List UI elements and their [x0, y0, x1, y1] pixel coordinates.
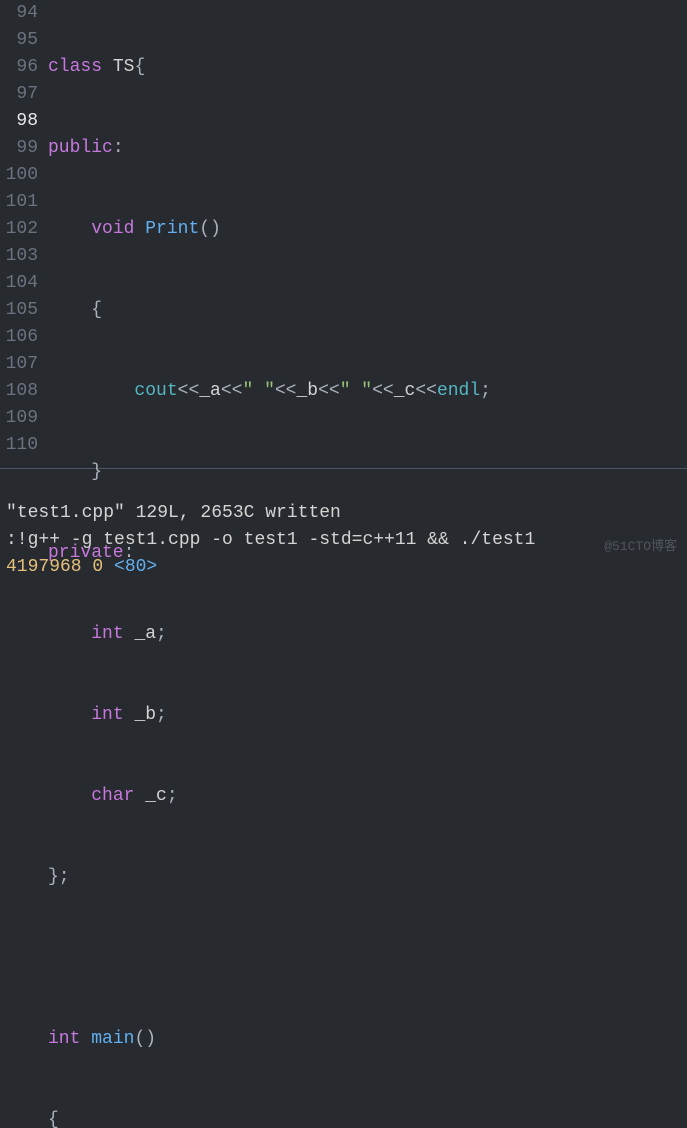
code-line — [48, 945, 687, 972]
line-number: 102 — [0, 216, 38, 243]
code-line: cout<<_a<<" "<<_b<<" "<<_c<<endl; — [48, 378, 687, 405]
code-line: public: — [48, 135, 687, 162]
command-line: :!g++ -g test1.cpp -o test1 -std=c++11 &… — [6, 530, 535, 550]
output-special: <80> — [103, 557, 157, 577]
status-line: "test1.cpp" 129L, 2653C written — [6, 503, 341, 523]
watermark: @51CTO博客 — [604, 537, 677, 557]
code-line: int _a; — [48, 621, 687, 648]
line-number: 99 — [0, 135, 38, 162]
line-number: 95 — [0, 27, 38, 54]
code-line: void Print() — [48, 216, 687, 243]
line-number-current: 98 — [0, 108, 38, 135]
line-number: 101 — [0, 189, 38, 216]
line-number-gutter: 94 95 96 97 98 99 100 101 102 103 104 10… — [0, 0, 46, 464]
line-number: 109 — [0, 405, 38, 432]
line-number: 105 — [0, 297, 38, 324]
line-number: 110 — [0, 432, 38, 459]
line-number: 97 — [0, 81, 38, 108]
line-number: 100 — [0, 162, 38, 189]
line-number: 103 — [0, 243, 38, 270]
code-line: int main() — [48, 1026, 687, 1053]
line-number: 107 — [0, 351, 38, 378]
code-line: { — [48, 297, 687, 324]
code-area[interactable]: class TS{ public: void Print() { cout<<_… — [46, 0, 687, 464]
line-number: 96 — [0, 54, 38, 81]
line-number: 104 — [0, 270, 38, 297]
code-line: }; — [48, 864, 687, 891]
code-line: int _b; — [48, 702, 687, 729]
line-number: 106 — [0, 324, 38, 351]
code-line: char _c; — [48, 783, 687, 810]
line-number: 108 — [0, 378, 38, 405]
code-line: } — [48, 459, 687, 486]
code-line: { — [48, 1107, 687, 1128]
line-number: 94 — [0, 0, 38, 27]
code-editor[interactable]: 94 95 96 97 98 99 100 101 102 103 104 10… — [0, 0, 687, 464]
output-value: 4197968 0 — [6, 557, 103, 577]
code-line: class TS{ — [48, 54, 687, 81]
